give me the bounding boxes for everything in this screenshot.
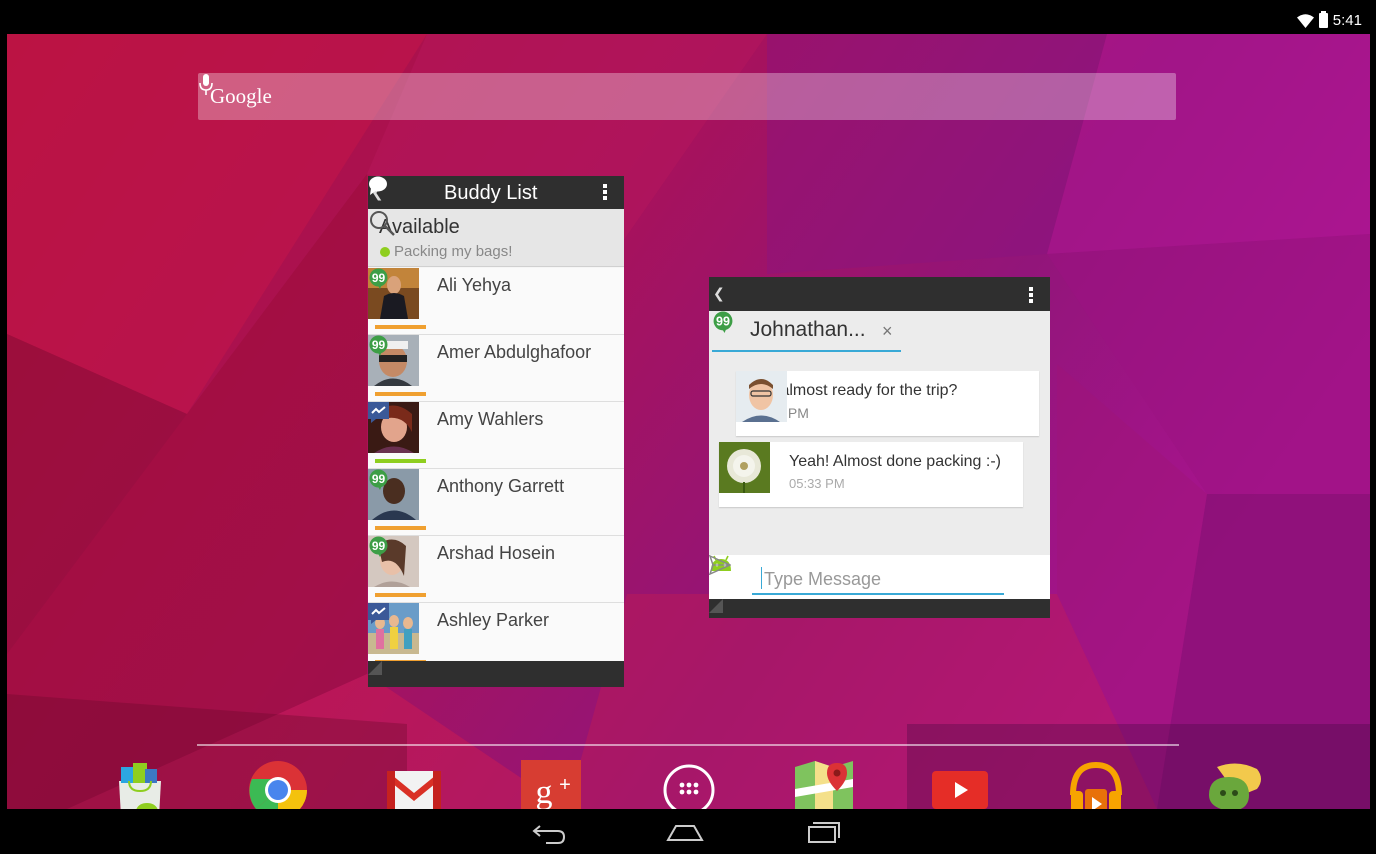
search-icon[interactable]: [368, 209, 396, 237]
compose-bar: Type Message: [709, 555, 1050, 599]
google-search-bar[interactable]: Google: [198, 73, 1176, 120]
status-icons: 5:41: [1296, 11, 1362, 29]
buddy-name: Ali Yehya: [437, 275, 512, 295]
google-logo-text: Google: [210, 84, 272, 108]
outgoing-message: Yeah! Almost done packing :-) 05:33 PM: [719, 442, 1023, 507]
hangouts-icon: 99: [369, 469, 388, 490]
recents-icon[interactable]: [804, 818, 842, 844]
conversation-tabs: 99 Johnathan... ×: [709, 311, 1050, 352]
close-icon[interactable]: ×: [882, 321, 893, 342]
text-cursor: [761, 567, 762, 589]
hangouts-icon: 99: [369, 536, 388, 557]
wallpaper: Google ❮ Buddy List Available Packing my…: [7, 34, 1370, 809]
buddy-row[interactable]: Arshad Hosein 99: [368, 536, 624, 603]
svg-text:+: +: [559, 774, 571, 796]
dock-divider: [197, 744, 1179, 746]
buddy-name: Ashley Parker: [437, 610, 550, 630]
buddy-row[interactable]: Amy Wahlers: [368, 402, 624, 469]
presence-status[interactable]: Available Packing my bags!: [368, 209, 624, 267]
tablet-screen: 5:41 Google ❮ Buddy List Available Packi…: [7, 8, 1370, 854]
buddy-name: Arshad Hosein: [437, 543, 556, 563]
back-icon[interactable]: [530, 818, 568, 844]
presence-bar: [375, 459, 426, 463]
chat-widget: ❮ 99 Johnathan... × You almost ready for…: [709, 277, 1050, 618]
status-time: 5:41: [1332, 12, 1362, 29]
chrome-icon[interactable]: [247, 759, 309, 809]
presence-bar: [375, 392, 426, 396]
chat-header: ❮: [709, 277, 1050, 311]
presence-bar: [375, 593, 426, 597]
buddy-name: Amy Wahlers: [437, 409, 544, 429]
send-icon[interactable]: [709, 555, 731, 575]
im-app-icon[interactable]: [1203, 759, 1265, 809]
microphone-icon[interactable]: [198, 73, 214, 97]
overflow-menu-icon[interactable]: [1029, 287, 1033, 305]
buddy-row[interactable]: Amer Abdulghafoor 99: [368, 335, 624, 402]
play-music-icon[interactable]: [1065, 759, 1127, 809]
avatar: [736, 371, 787, 422]
message-text: Yeah! Almost done packing :-): [789, 453, 1001, 470]
hangouts-icon: 99: [369, 268, 388, 289]
hangouts-icon: 99: [713, 311, 733, 333]
online-dot-icon: [380, 247, 390, 257]
widget-footer: [368, 661, 624, 687]
buddy-name: Anthony Garrett: [437, 476, 565, 496]
play-store-icon[interactable]: [109, 759, 171, 809]
svg-text:99: 99: [716, 315, 730, 329]
buddy-row[interactable]: Anthony Garrett 99: [368, 469, 624, 536]
chat-bubble-icon: [369, 176, 387, 195]
buddy-row[interactable]: Ashley Parker: [368, 603, 624, 661]
maps-icon[interactable]: [793, 759, 855, 809]
buddy-list-widget: ❮ Buddy List Available Packing my bags!: [368, 176, 624, 687]
resize-handle-icon[interactable]: [709, 599, 723, 613]
app-drawer-icon[interactable]: [658, 759, 720, 809]
resize-handle-icon[interactable]: [368, 661, 382, 675]
incoming-message: You almost ready for the trip? 05:32 PM: [736, 371, 1039, 436]
overflow-menu-icon[interactable]: [603, 184, 607, 201]
back-chevron-icon[interactable]: ❮: [713, 285, 725, 302]
svg-text:99: 99: [372, 271, 386, 285]
wifi-icon: [1296, 13, 1314, 28]
avatar: [719, 442, 770, 493]
youtube-icon[interactable]: [929, 759, 991, 809]
buddy-row[interactable]: Ali Yehya 99: [368, 268, 624, 335]
buddy-name: Amer Abdulghafoor: [437, 342, 592, 362]
svg-text:g: g: [536, 774, 553, 809]
presence-bar: [375, 526, 426, 530]
home-icon[interactable]: [666, 818, 704, 844]
status-message: Packing my bags!: [394, 243, 513, 260]
hangouts-icon: 99: [369, 335, 388, 356]
message-placeholder: Type Message: [764, 569, 882, 589]
tab-conversation[interactable]: 99 Johnathan... ×: [712, 311, 901, 352]
widget-footer: [709, 599, 1050, 618]
message-time: 05:33 PM: [789, 476, 845, 491]
wallpaper-art: [7, 34, 1370, 809]
navigation-bar: [7, 809, 1370, 854]
message-input[interactable]: Type Message: [752, 563, 1004, 595]
buddy-list-header: ❮ Buddy List: [368, 176, 624, 209]
presence-bar: [375, 325, 426, 329]
svg-text:99: 99: [372, 539, 386, 553]
buddy-list-title: Buddy List: [444, 182, 538, 204]
battery-icon: [1318, 11, 1328, 28]
svg-text:99: 99: [372, 472, 386, 486]
svg-text:99: 99: [372, 338, 386, 352]
status-bar: 5:41: [7, 8, 1370, 34]
tab-contact-name: Johnathan...: [750, 318, 866, 341]
messenger-icon: [368, 603, 389, 624]
app-dock: g +: [7, 759, 1370, 809]
buddy-rows: Ali Yehya 99 Amer Abdulghafoor 99 Amy Wa…: [368, 268, 624, 661]
gmail-icon[interactable]: [383, 759, 445, 809]
messenger-icon: [368, 402, 389, 423]
google-plus-icon[interactable]: g +: [520, 759, 582, 809]
